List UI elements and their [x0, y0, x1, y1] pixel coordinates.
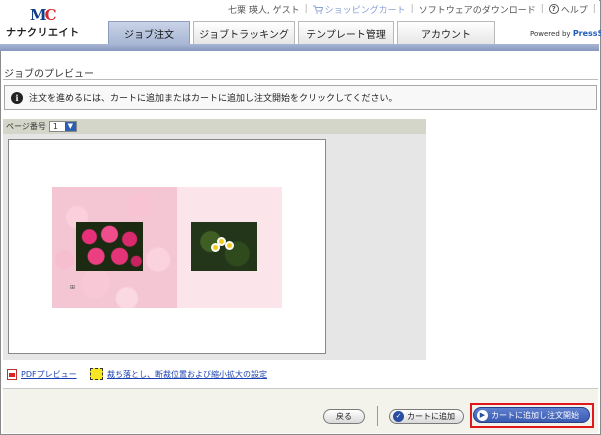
chevron-down-icon: ▼	[64, 122, 76, 131]
brand-name: ナナクリエイト	[6, 28, 80, 39]
powered-brand: PressSG	[572, 29, 601, 38]
add-to-cart-and-order-button[interactable]: ▶ カートに追加し注文開始	[473, 407, 590, 423]
page-title: ジョブのプレビュー	[4, 69, 94, 80]
page-spread-preview: ⊞	[52, 187, 282, 308]
divider: |	[540, 4, 544, 14]
divider	[3, 79, 598, 80]
pink-flowers-photo	[76, 222, 143, 271]
tab-job-order[interactable]: ジョブ注文	[108, 21, 190, 44]
shopping-cart-link[interactable]: ショッピングカート	[312, 3, 406, 16]
help-label: ヘルプ	[560, 5, 588, 16]
help-icon: ?	[548, 4, 559, 14]
divider: |	[304, 4, 308, 14]
logo-mark: MC	[30, 6, 57, 24]
divider	[377, 406, 378, 426]
top-nav: 七栗 瑛人, ゲスト | ショッピングカート | ソフトウェアのダウンロード |…	[228, 2, 601, 16]
play-icon: ▶	[477, 409, 488, 421]
pdf-icon	[7, 369, 17, 380]
back-button[interactable]: 戻る	[323, 409, 365, 424]
add-to-cart-button[interactable]: ✓ カートに追加	[389, 409, 464, 424]
tab-account[interactable]: アカウント	[397, 21, 495, 44]
user-name: 七栗 瑛人, ゲスト	[228, 5, 300, 16]
daisy-flower	[225, 241, 234, 250]
bleed-settings-label: 裁ち落とし、断裁位置および縮小拡大の設定	[107, 369, 267, 379]
bleed-crop-icon	[90, 368, 103, 380]
tab-job-tracking[interactable]: ジョブトラッキング	[193, 21, 295, 44]
powered-by: Powered by PressSG	[530, 29, 601, 38]
main-tabs: ジョブ注文 ジョブトラッキング テンプレート管理 アカウント	[108, 21, 498, 44]
page-number-select[interactable]: 1 ▼	[48, 121, 77, 132]
page-number-label: ページ番号	[6, 122, 46, 131]
page-number-value: 1	[52, 122, 58, 131]
add-to-cart-and-order-label: カートに追加し注文開始	[491, 410, 579, 420]
pdf-preview-link[interactable]: PDFプレビュー	[7, 369, 77, 380]
divider: |	[410, 4, 414, 14]
crop-mark-icon: ⊞	[70, 284, 76, 291]
powered-prefix: Powered by	[530, 30, 571, 38]
cart-icon: ✓	[393, 411, 404, 422]
cart-icon	[312, 5, 323, 14]
brand-logo[interactable]: MC ナナクリエイト	[6, 6, 92, 42]
page-number-bar: ページ番号 1 ▼	[3, 119, 426, 134]
nav-bar	[0, 44, 599, 51]
help-link[interactable]: ? ヘルプ	[548, 3, 588, 16]
daisy-photo	[191, 222, 257, 271]
notice-text: 注文を進めるには、カートに追加またはカートに追加し注文開始をクリックしてください…	[29, 94, 398, 104]
add-to-cart-label: カートに追加	[407, 412, 455, 421]
info-icon: i	[11, 91, 23, 104]
header: MC ナナクリエイト 七栗 瑛人, ゲスト | ショッピングカート | ソフトウ…	[0, 0, 601, 46]
info-notice: i 注文を進めるには、カートに追加またはカートに追加し注文開始をクリックしてくだ…	[4, 85, 597, 110]
daisy-flower	[211, 243, 220, 252]
bleed-settings-link[interactable]: 裁ち落とし、断裁位置および縮小拡大の設定	[90, 368, 267, 380]
tab-template-management[interactable]: テンプレート管理	[298, 21, 394, 44]
software-download-link[interactable]: ソフトウェアのダウンロード	[419, 3, 536, 16]
divider: |	[592, 4, 596, 14]
pdf-preview-label: PDFプレビュー	[21, 370, 77, 379]
cart-label: ショッピングカート	[324, 5, 406, 16]
